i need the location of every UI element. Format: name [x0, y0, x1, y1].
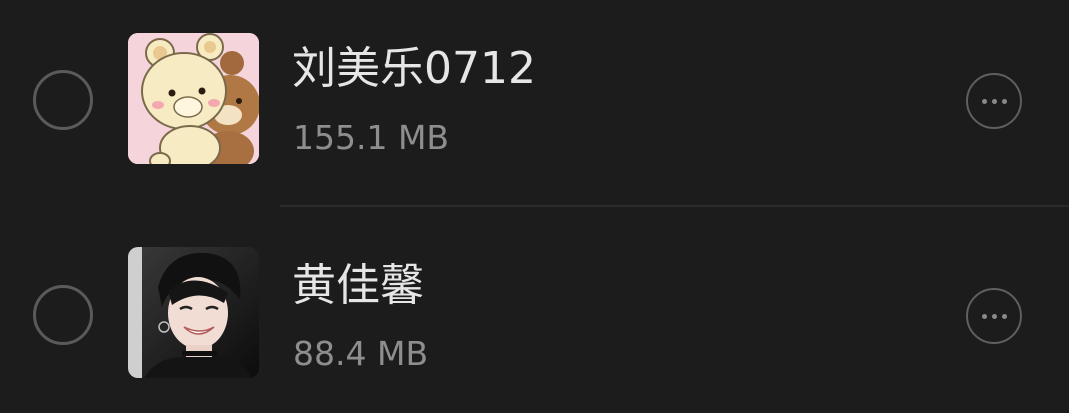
list-item[interactable]: 黄佳馨 88.4 MB: [0, 207, 1069, 412]
list-item[interactable]: 刘美乐0712 155.1 MB: [0, 0, 1069, 205]
select-checkbox[interactable]: [33, 285, 93, 345]
file-name: 刘美乐0712: [292, 43, 536, 94]
more-icon: [981, 313, 1007, 319]
file-size: 155.1 MB: [293, 118, 450, 157]
file-name: 黄佳馨: [292, 260, 424, 311]
file-size: 88.4 MB: [293, 334, 429, 373]
select-checkbox[interactable]: [33, 70, 93, 130]
more-options-button[interactable]: [966, 73, 1022, 129]
more-options-button[interactable]: [966, 288, 1022, 344]
cartoon-bears-avatar-icon: [128, 33, 259, 164]
file-list: 刘美乐0712 155.1 MB 黄佳馨 88.4 MB: [0, 0, 1069, 413]
more-icon: [981, 98, 1007, 104]
person-photo-avatar-icon: [128, 247, 259, 378]
